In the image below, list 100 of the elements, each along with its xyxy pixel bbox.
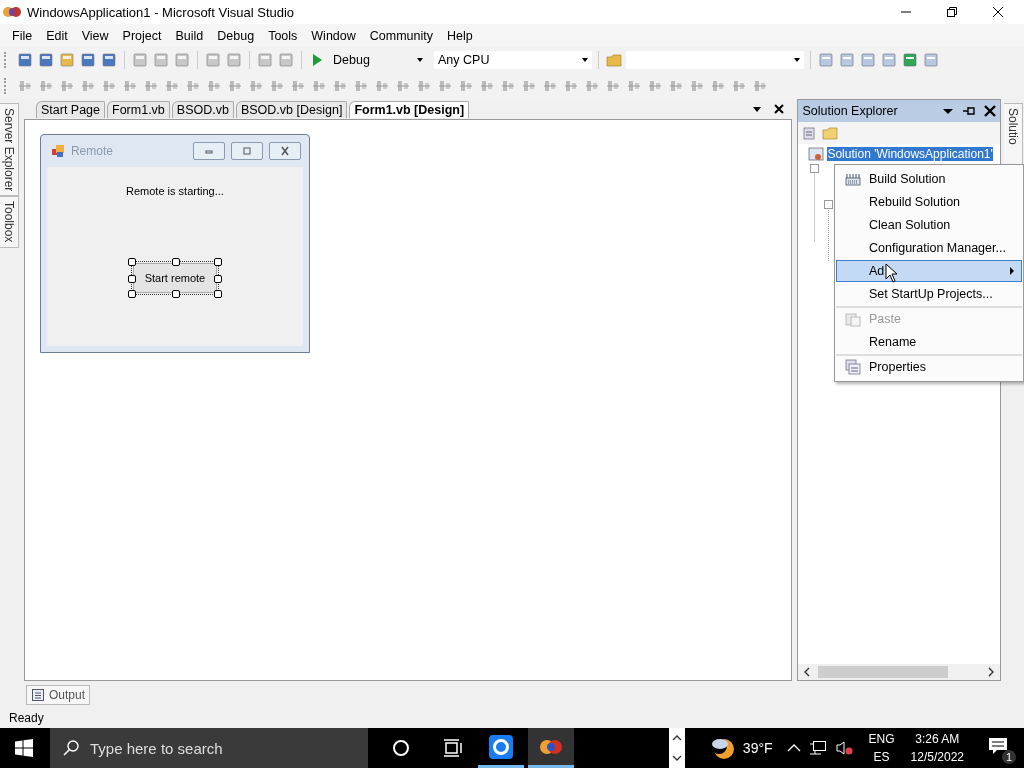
layout-icon[interactable]	[38, 78, 54, 94]
form-label[interactable]: Remote is starting...	[126, 185, 224, 197]
layout-icon[interactable]	[143, 78, 159, 94]
language-indicator[interactable]: ENG ES	[868, 730, 895, 766]
menu-item[interactable]: Community	[362, 28, 440, 43]
close-icon[interactable]	[774, 104, 785, 114]
scroll-up-icon[interactable]	[671, 734, 682, 742]
layout-icon[interactable]	[437, 78, 453, 94]
menu-item[interactable]: Project	[115, 28, 169, 43]
form-icon	[50, 144, 65, 158]
task-view-icon[interactable]	[443, 739, 463, 757]
restore-icon[interactable]	[946, 6, 958, 18]
layout-icon[interactable]	[248, 78, 264, 94]
layout-icon[interactable]	[668, 78, 684, 94]
scrollbar-thumb[interactable]	[818, 666, 949, 678]
menu-item[interactable]: File	[5, 28, 40, 43]
menu-item[interactable]: Build Solution	[836, 168, 1022, 190]
speaker-muted-icon[interactable]	[834, 740, 853, 756]
layout-icon[interactable]	[353, 78, 369, 94]
search-field[interactable]: Type here to search	[50, 728, 368, 768]
scroll-down-icon[interactable]	[671, 754, 682, 762]
layout-icon[interactable]	[374, 78, 390, 94]
layout-icon[interactable]	[689, 78, 705, 94]
chevron-up-icon[interactable]	[786, 743, 801, 753]
layout-icon[interactable]	[752, 78, 768, 94]
layout-icon[interactable]	[521, 78, 537, 94]
selection-handle[interactable]	[171, 258, 180, 266]
document-tab[interactable]: Form1.vb [Design]	[349, 100, 470, 118]
layout-icon[interactable]	[584, 78, 600, 94]
close-icon[interactable]	[992, 6, 1004, 18]
form-window[interactable]: Remote Remote is starting... Start remote	[39, 134, 310, 353]
layout-icon[interactable]	[290, 78, 306, 94]
document-tab[interactable]: BSOD.vb [Design]	[235, 100, 348, 118]
layout-icon[interactable]	[101, 78, 117, 94]
layout-icon[interactable]	[395, 78, 411, 94]
layout-icon[interactable]	[80, 78, 96, 94]
layout-icon[interactable]	[710, 78, 726, 94]
close-button[interactable]	[268, 142, 301, 160]
menu-item[interactable]: Set StartUp Projects...	[836, 283, 1022, 305]
close-icon[interactable]	[984, 105, 997, 117]
minimize-button[interactable]	[192, 142, 225, 160]
menu-item[interactable]: Clean Solution	[836, 214, 1022, 236]
build-icon	[845, 172, 861, 186]
taskbar-app-icon[interactable]	[528, 728, 574, 768]
menu-item[interactable]: View	[74, 28, 116, 43]
layout-icon[interactable]	[605, 78, 621, 94]
menu-item[interactable]: Edit	[39, 28, 75, 43]
menu-item[interactable]: Debug	[210, 28, 262, 43]
document-tab[interactable]: Form1.vb	[107, 100, 170, 118]
menu-item[interactable]: Help	[440, 28, 480, 43]
tab-list-icon[interactable]	[752, 104, 763, 114]
layout-icon[interactable]	[227, 78, 243, 94]
document-tab[interactable]: Start Page	[35, 100, 106, 118]
menu-item[interactable]: Ad	[836, 260, 1022, 282]
menu-item[interactable]: Rebuild Solution	[836, 191, 1022, 213]
layout-icon[interactable]	[185, 78, 201, 94]
layout-icon[interactable]	[164, 78, 180, 94]
search-icon	[62, 739, 80, 757]
clock[interactable]: 3:26 AM 12/5/2022	[910, 730, 964, 766]
start-button[interactable]: Start remote	[132, 263, 217, 293]
platform-dropdown[interactable]: Any CPU	[434, 51, 592, 69]
side-tab[interactable]: Server Explorer	[0, 103, 19, 197]
layout-icon[interactable]	[563, 78, 579, 94]
layout-icon[interactable]	[647, 78, 663, 94]
start-icon[interactable]	[15, 739, 33, 757]
menu-item[interactable]: Configuration Manager...	[836, 237, 1022, 259]
output-icon	[31, 687, 45, 702]
layout-icon[interactable]	[332, 78, 348, 94]
menu-item[interactable]: Rename	[836, 331, 1022, 353]
panel-title: Solution Explorer	[802, 104, 898, 118]
weather-icon[interactable]	[710, 736, 735, 760]
layout-icon[interactable]	[731, 78, 747, 94]
output-tab[interactable]: Output	[26, 684, 91, 705]
layout-icon[interactable]	[626, 78, 642, 94]
layout-icon[interactable]	[458, 78, 474, 94]
layout-icon[interactable]	[479, 78, 495, 94]
cortana-icon[interactable]	[392, 739, 410, 757]
maximize-button[interactable]	[230, 142, 263, 160]
side-tab[interactable]: Solutio	[1004, 103, 1024, 165]
layout-icon[interactable]	[206, 78, 222, 94]
layout-icon[interactable]	[542, 78, 558, 94]
selection-handle[interactable]	[171, 290, 180, 298]
layout-icon[interactable]	[269, 78, 285, 94]
layout-icon[interactable]	[416, 78, 432, 94]
layout-icon[interactable]	[500, 78, 516, 94]
layout-icon[interactable]	[311, 78, 327, 94]
menu-item[interactable]: Build	[168, 28, 211, 43]
document-tab[interactable]: BSOD.vb	[171, 100, 234, 118]
network-icon[interactable]	[808, 740, 827, 756]
temperature[interactable]: 39°F	[742, 740, 773, 756]
layout-icon[interactable]	[122, 78, 138, 94]
pin-icon[interactable]	[962, 105, 977, 117]
layout-icon[interactable]	[59, 78, 75, 94]
side-tab[interactable]: Toolbox	[0, 196, 19, 248]
layout-icon[interactable]	[17, 78, 33, 94]
tree-item[interactable]: Solution 'WindowsApplication1'	[827, 147, 993, 161]
submenu-arrow-icon	[1009, 267, 1015, 275]
menu-item[interactable]: Properties	[836, 356, 1022, 378]
menu-item[interactable]: Window	[304, 28, 363, 43]
menu-item[interactable]: Tools	[261, 28, 305, 43]
